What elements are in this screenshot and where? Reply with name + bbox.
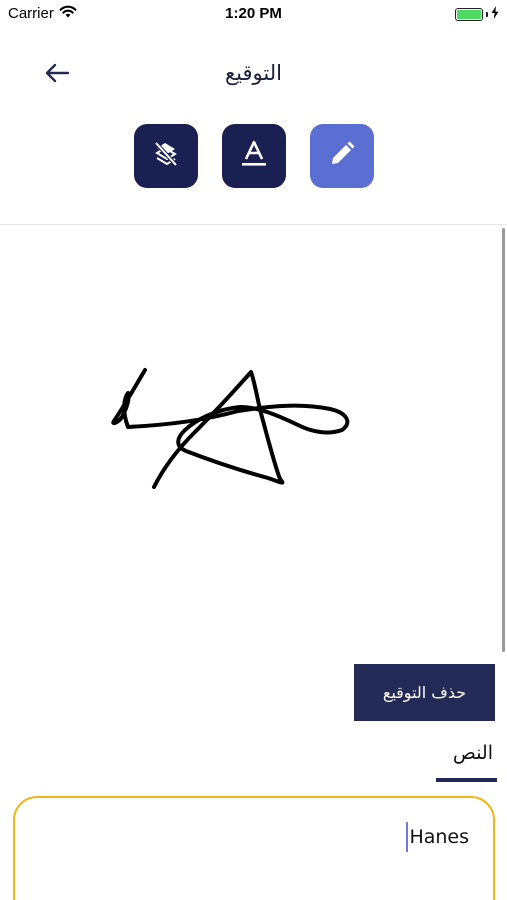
status-right <box>455 6 499 23</box>
text-mode-button[interactable] <box>222 124 286 188</box>
battery-cap <box>486 12 488 17</box>
page-title: التوقيع <box>225 61 282 85</box>
mode-buttons <box>0 124 507 188</box>
status-bar: Carrier 1:20 PM <box>0 0 507 28</box>
signature-canvas[interactable] <box>0 225 503 655</box>
signature-screen: Carrier 1:20 PM التوقيع حذف التوقيع النص… <box>0 0 507 900</box>
signature-text-input[interactable]: Hanes <box>13 796 495 900</box>
draw-mode-button[interactable] <box>310 124 374 188</box>
text-tab-underline <box>436 778 497 782</box>
text-input-content: Hanes <box>406 822 469 852</box>
text-input-value: Hanes <box>409 826 469 848</box>
text-underline-icon <box>239 139 269 173</box>
battery-icon <box>455 8 483 21</box>
text-tab[interactable]: النص <box>453 742 493 764</box>
delete-signature-button[interactable]: حذف التوقيع <box>354 664 495 721</box>
pencil-icon <box>328 140 356 172</box>
clear-style-button[interactable] <box>134 124 198 188</box>
signature-stroke <box>111 368 350 489</box>
eraser-icon <box>151 139 181 173</box>
canvas-scrollbar[interactable] <box>502 228 505 652</box>
text-caret <box>406 822 409 852</box>
status-time: 1:20 PM <box>225 5 282 22</box>
charging-bolt-icon <box>491 6 499 23</box>
header: التوقيع <box>0 55 507 95</box>
